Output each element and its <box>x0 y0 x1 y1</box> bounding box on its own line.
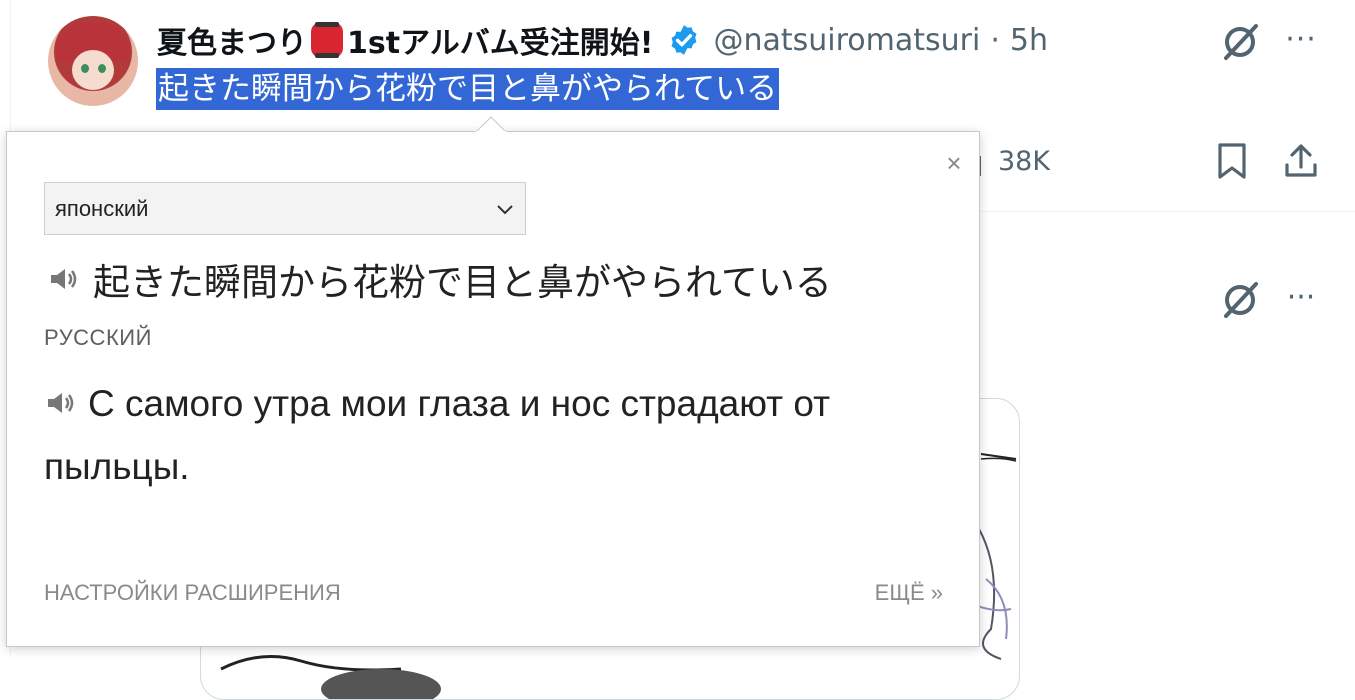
translation-block: С самого утра мои глаза и нос страдают о… <box>44 372 924 498</box>
verified-badge-icon <box>671 25 697 55</box>
translate-popup: × японский 起きた瞬間から花粉で目と鼻がやられている РУССКИЙ … <box>6 131 980 647</box>
tweet-time[interactable]: 5h <box>1010 23 1048 58</box>
more-options-icon[interactable]: ··· <box>1283 22 1319 58</box>
separator-dot: · <box>990 22 1000 58</box>
lantern-emoji-icon <box>311 22 343 58</box>
tweet-author-row: 夏色まつり 1stアルバム受注開始! @natsuiromatsuri · 5h <box>157 18 1048 62</box>
extension-settings-link[interactable]: НАСТРОЙКИ РАСШИРЕНИЯ <box>44 580 341 606</box>
target-language-label: РУССКИЙ <box>44 325 152 350</box>
tweet-text-selected[interactable]: 起きた瞬間から花粉で目と鼻がやられている <box>156 68 780 110</box>
bookmark-icon[interactable] <box>1214 141 1250 181</box>
source-language-select[interactable]: японский <box>44 182 526 235</box>
popup-pointer <box>476 116 506 132</box>
avatar[interactable] <box>48 16 138 106</box>
source-text: 起きた瞬間から花粉で目と鼻がやられている <box>93 261 832 304</box>
speaker-icon[interactable] <box>47 262 81 296</box>
translation-text: С самого утра мои глаза и нос страдают о… <box>44 383 831 487</box>
display-name-suffix[interactable]: 1stアルバム受注開始! <box>347 18 653 62</box>
close-icon[interactable]: × <box>943 150 965 176</box>
display-name[interactable]: 夏色まつり <box>157 18 307 62</box>
grok-icon[interactable] <box>1220 280 1260 320</box>
source-language-value: японский <box>55 195 149 221</box>
grok-icon[interactable] <box>1220 22 1260 62</box>
speaker-icon[interactable] <box>44 386 78 420</box>
user-handle[interactable]: @natsuiromatsuri <box>713 23 980 58</box>
source-row: 起きた瞬間から花粉で目と鼻がやられている <box>47 252 832 306</box>
views-count[interactable]: 38K <box>998 146 1050 177</box>
chevron-down-icon <box>497 205 513 215</box>
avatar-eye <box>81 64 89 73</box>
avatar-eye <box>98 64 106 73</box>
more-link[interactable]: ЕЩЁ » <box>875 580 943 606</box>
share-icon[interactable] <box>1281 141 1321 181</box>
avatar-face <box>72 50 114 90</box>
more-options-icon[interactable]: ··· <box>1283 280 1319 316</box>
